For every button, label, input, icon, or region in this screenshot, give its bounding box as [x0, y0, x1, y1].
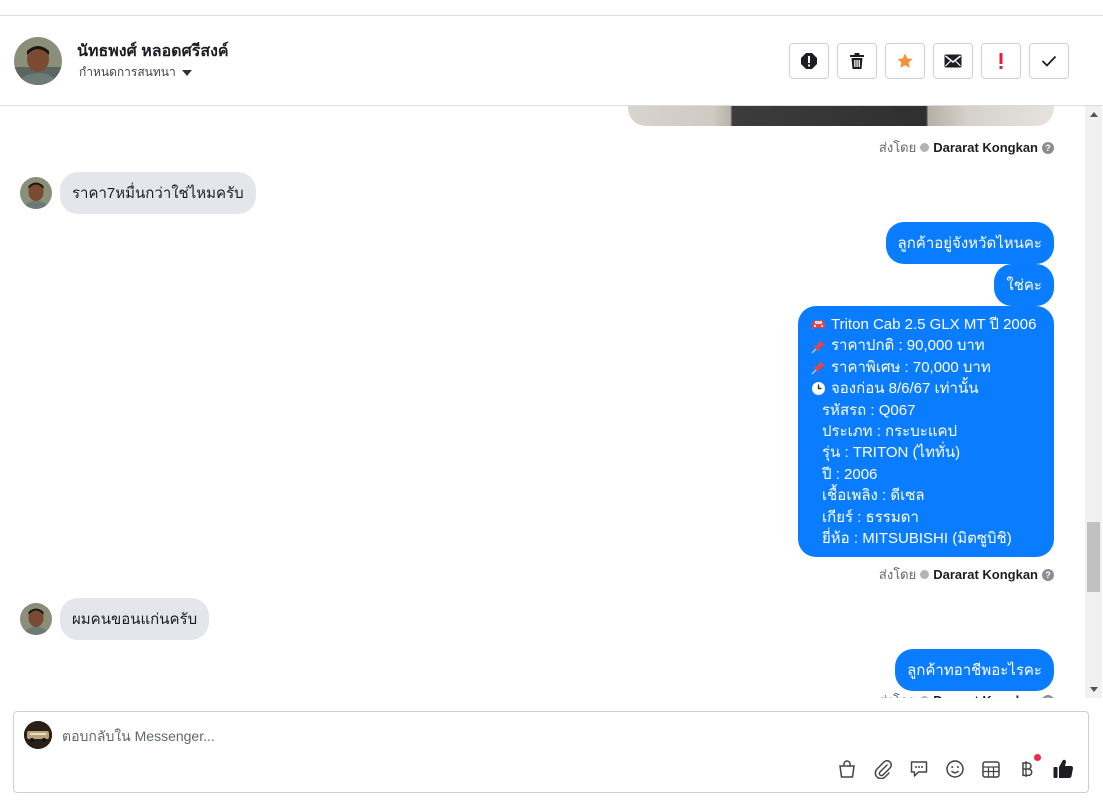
message-bubble-outgoing[interactable]: ใช่คะ: [994, 264, 1054, 306]
card-line: ยี่ห้อ : MITSUBISHI (มิตซูบิชิ): [822, 530, 1012, 548]
saved-replies-button[interactable]: [908, 758, 930, 780]
header-actions: [789, 43, 1069, 79]
envelope-icon: [944, 54, 962, 68]
appointment-button[interactable]: [980, 758, 1002, 780]
sent-by-info: ส่งโดย Dararat Kongkan ?: [879, 564, 1054, 585]
contact-avatar-small[interactable]: [20, 603, 52, 635]
scroll-down-arrow-icon[interactable]: [1090, 687, 1098, 692]
contact-name[interactable]: นัทธพงศ์ หลอดศรีสงค์: [77, 39, 229, 64]
thread-scrollbar[interactable]: [1085, 106, 1102, 698]
message-bubble-outgoing[interactable]: ลูกค้าทอาชีพอะไรคะ: [895, 649, 1054, 691]
page-avatar: [24, 721, 52, 749]
scroll-up-arrow-icon[interactable]: [1090, 112, 1098, 117]
composer-tools: [836, 754, 1074, 780]
delete-button[interactable]: [837, 43, 877, 79]
sent-by-label: ส่งโดย: [878, 140, 917, 155]
status-icon: [920, 143, 930, 152]
conversation-header: นัทธพงศ์ หลอดศรีสงค์ กำหนดการสนทนา: [0, 17, 1103, 106]
contact-avatar[interactable]: [14, 37, 62, 85]
thumbs-up-icon: [1053, 759, 1074, 779]
help-icon[interactable]: ?: [1042, 568, 1054, 581]
help-icon[interactable]: ?: [1042, 694, 1054, 698]
exclamation-icon: [999, 53, 1003, 69]
card-line: เกียร์ : ธรรมดา: [822, 508, 919, 526]
star-button[interactable]: [885, 43, 925, 79]
scrollbar-thumb[interactable]: [1087, 522, 1100, 592]
message-bubble-outgoing[interactable]: ลูกค้าอยู่จังหวัดไหนคะ: [885, 222, 1054, 264]
mark-done-button[interactable]: [1029, 43, 1069, 79]
message-bubble-incoming[interactable]: ผมคนขอนแก่นครับ: [60, 598, 210, 640]
clock-icon: [810, 381, 826, 397]
attach-button[interactable]: [872, 758, 894, 780]
pushpin-icon: [810, 338, 826, 354]
conversation-setting-label: กำหนดการสนทนา: [79, 65, 176, 79]
card-line: ราคาพิเศษ : 70,000 บาท: [810, 357, 1042, 378]
smiley-icon: [946, 760, 964, 778]
agent-name[interactable]: Dararat Kongkan: [933, 140, 1038, 155]
card-line: Triton Cab 2.5 GLX MT ปี 2006: [810, 314, 1042, 335]
follow-up-button[interactable]: [981, 43, 1021, 79]
like-button[interactable]: [1052, 758, 1074, 780]
card-line: ราคาปกติ : 90,000 บาท: [810, 335, 1042, 356]
paperclip-icon: [874, 760, 892, 779]
agent-name[interactable]: Dararat Kongkan: [933, 567, 1038, 582]
status-icon: [920, 570, 930, 579]
sent-by-info: ส่งโดย Dararat Kongkan ?: [879, 690, 1054, 698]
shopping-bag-icon: [839, 760, 855, 778]
chevron-down-icon: [181, 69, 192, 76]
agent-name[interactable]: Dararat Kongkan: [933, 693, 1038, 698]
notification-dot: [1034, 754, 1041, 761]
reply-input[interactable]: [62, 726, 962, 746]
incoming-message: ราคา7หมื่นกว่าใช่ไหมครับ: [20, 172, 256, 214]
card-line: จองก่อน 8/6/67 เท่านั้น: [810, 378, 1042, 399]
calendar-table-icon: [982, 761, 1000, 778]
spam-button[interactable]: [789, 43, 829, 79]
top-strip: [0, 0, 1103, 16]
star-icon: [897, 53, 913, 68]
card-line: ประเภท : กระบะแคป: [822, 423, 958, 441]
shared-image-preview[interactable]: [628, 106, 1054, 126]
reply-composer: [13, 711, 1089, 793]
card-line: รหัสรถ : Q067: [822, 401, 916, 419]
pushpin-icon: [810, 360, 826, 376]
alert-circle-icon: [801, 53, 817, 69]
incoming-message: ผมคนขอนแก่นครับ: [20, 598, 210, 640]
sent-by-label: ส่งโดย: [879, 690, 916, 698]
mark-unread-button[interactable]: [933, 43, 973, 79]
card-line: รุ่น : TRITON (ไททั่น): [822, 444, 961, 462]
car-icon: [810, 317, 826, 333]
trash-icon: [850, 53, 864, 69]
help-icon[interactable]: ?: [1042, 141, 1054, 154]
card-line: เชื้อเพลิง : ดีเซล: [822, 487, 925, 505]
status-icon: [920, 696, 930, 698]
payment-button[interactable]: [1016, 754, 1041, 780]
contact-avatar-small[interactable]: [20, 177, 52, 209]
sent-by-label: ส่งโดย: [878, 567, 917, 582]
card-line: ปี : 2006: [822, 465, 878, 483]
baht-icon: [1022, 761, 1033, 777]
vehicle-info-message[interactable]: Triton Cab 2.5 GLX MT ปี 2006 ราคาปกติ :…: [798, 306, 1054, 558]
check-icon: [1041, 55, 1057, 67]
shop-bag-button[interactable]: [836, 758, 858, 780]
chat-bubble-icon: [910, 761, 928, 777]
message-bubble-incoming[interactable]: ราคา7หมื่นกว่าใช่ไหมครับ: [60, 172, 256, 214]
emoji-button[interactable]: [944, 758, 966, 780]
sent-by-info: ส่งโดย Dararat Kongkan ?: [879, 137, 1054, 158]
conversation-setting-dropdown[interactable]: กำหนดการสนทนา: [79, 63, 192, 82]
message-thread[interactable]: ส่งโดย Dararat Kongkan ? ราคา7หมื่นกว่าใ…: [0, 106, 1085, 698]
